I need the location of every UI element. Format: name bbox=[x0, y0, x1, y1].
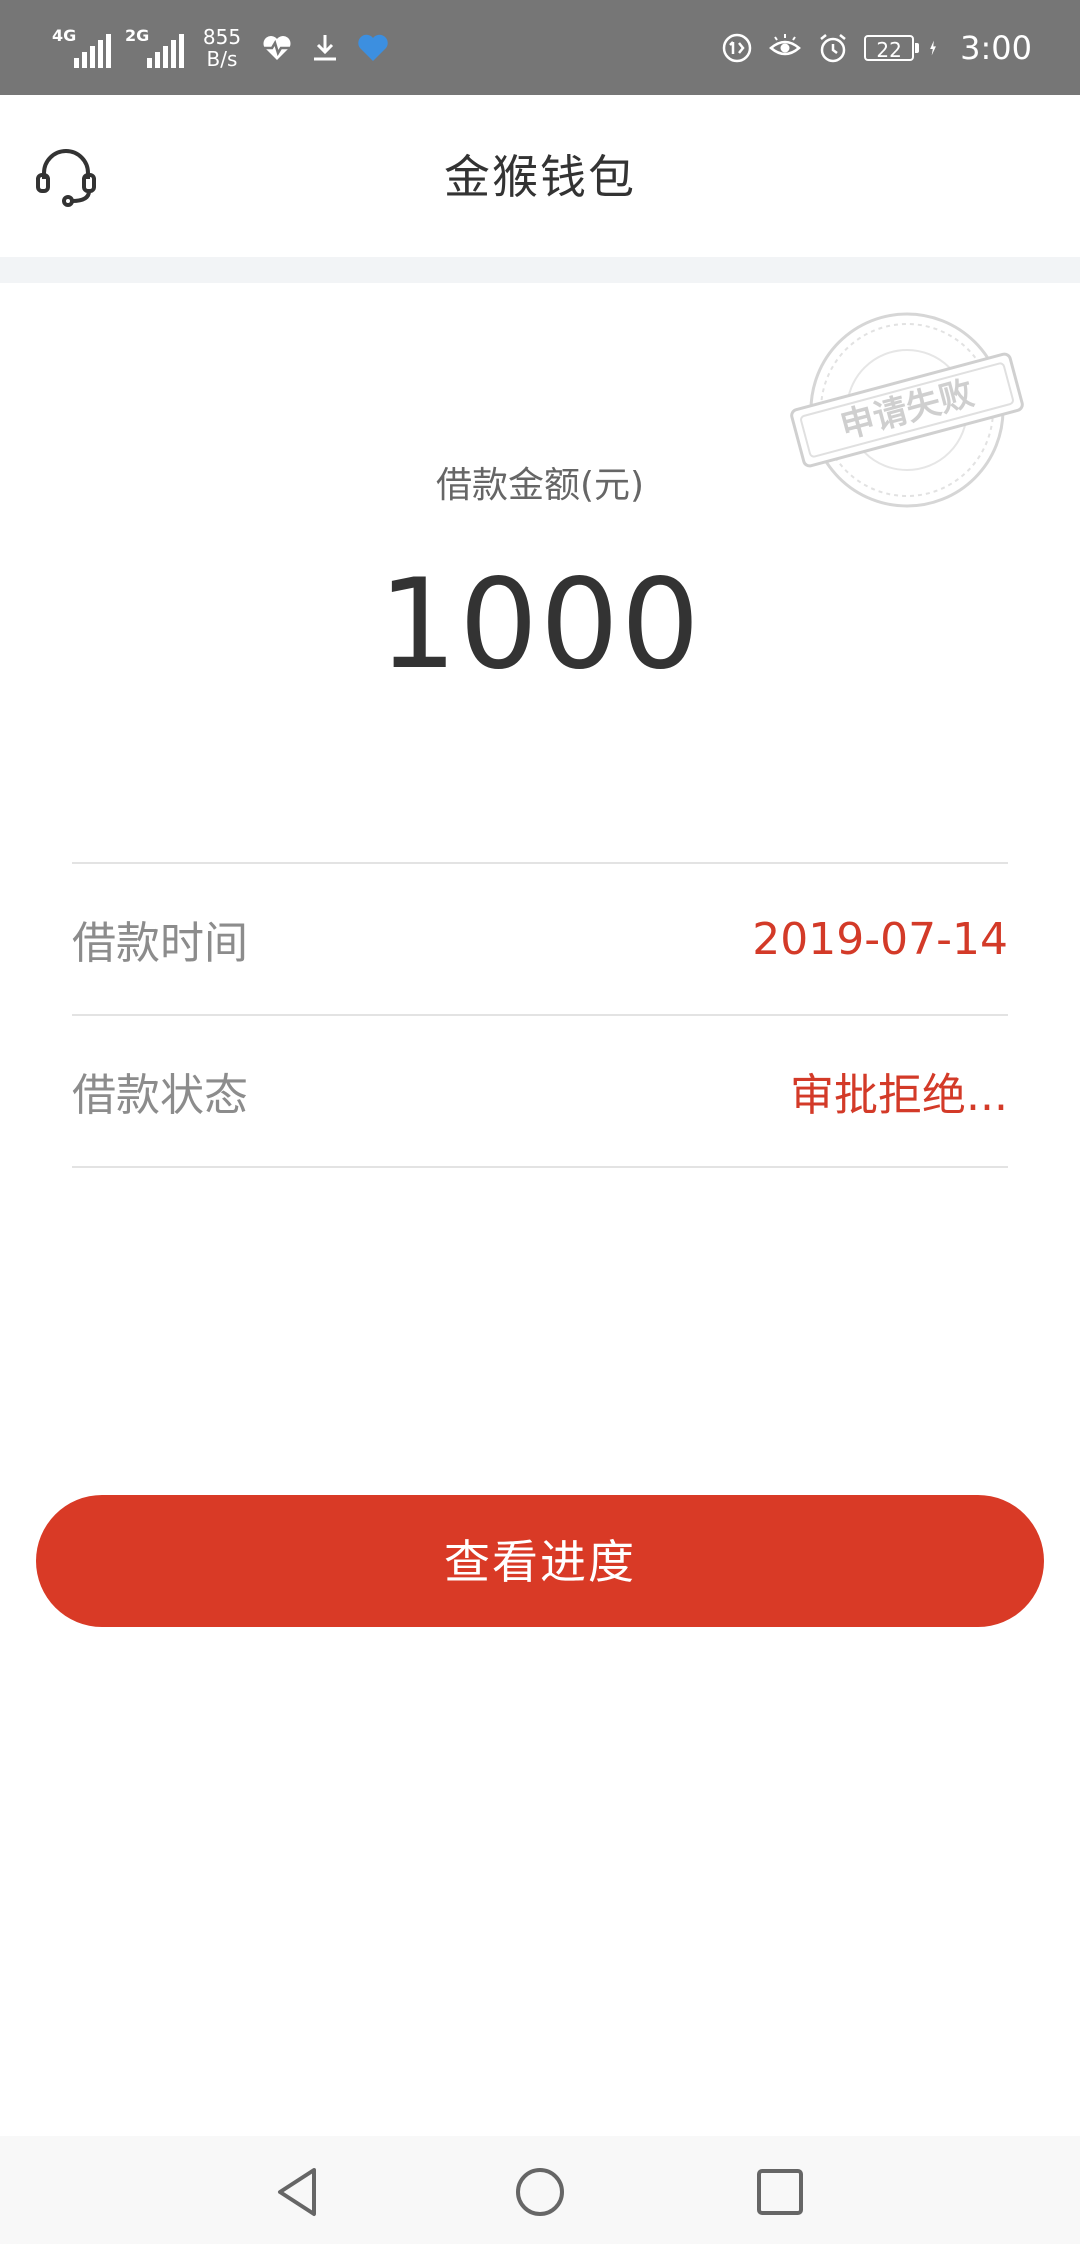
loan-time-value: 2019-07-14 bbox=[752, 913, 1008, 965]
recent-apps-icon[interactable] bbox=[752, 2164, 808, 2220]
download-icon bbox=[314, 35, 336, 61]
signal-4g: 4G bbox=[52, 28, 111, 68]
loan-amount-label: 借款金额(元) bbox=[435, 465, 645, 506]
loan-status-value: 审批拒绝... bbox=[790, 1070, 1008, 1121]
home-icon[interactable] bbox=[512, 2164, 568, 2220]
loan-status-label: 借款状态 bbox=[72, 1070, 248, 1121]
loan-time-row: 借款时间 2019-07-14 bbox=[72, 864, 1008, 1016]
clock-time: 3:00 bbox=[960, 29, 1032, 67]
network-type-1: 4G bbox=[52, 26, 77, 45]
network-speed-unit: B/s bbox=[206, 47, 238, 71]
loan-time-label: 借款时间 bbox=[72, 918, 248, 969]
status-left: 4G 2G 855 B/s bbox=[52, 18, 390, 78]
network-speed: 855 B/s bbox=[198, 26, 246, 70]
charging-icon bbox=[930, 40, 937, 56]
page-title: 金猴钱包 bbox=[444, 150, 636, 204]
loan-info-list: 借款时间 2019-07-14 借款状态 审批拒绝... bbox=[72, 862, 1008, 1168]
loan-amount-value: 1000 bbox=[378, 553, 702, 697]
network-type-2: 2G bbox=[125, 26, 150, 45]
blue-heart-icon bbox=[358, 34, 388, 61]
back-icon[interactable] bbox=[270, 2164, 326, 2220]
signal-2g: 2G bbox=[125, 28, 184, 68]
heart-rate-icon bbox=[263, 36, 291, 60]
eye-comfort-icon bbox=[769, 34, 802, 56]
alarm-icon bbox=[820, 34, 846, 63]
status-bar: 4G 2G 855 B/s 22 3:00 bbox=[0, 0, 1080, 95]
battery-icon: 22 bbox=[864, 35, 920, 62]
view-progress-button[interactable]: 查看进度 bbox=[36, 1495, 1044, 1627]
loan-status-row[interactable]: 借款状态 审批拒绝... bbox=[72, 1016, 1008, 1168]
header-divider bbox=[0, 257, 1080, 283]
app-header: 金猴钱包 bbox=[0, 95, 1080, 257]
network-speed-value: 855 bbox=[202, 25, 242, 49]
data-saver-icon bbox=[722, 33, 752, 63]
system-nav-bar bbox=[0, 2136, 1080, 2244]
status-right: 22 3:00 bbox=[720, 24, 1032, 72]
